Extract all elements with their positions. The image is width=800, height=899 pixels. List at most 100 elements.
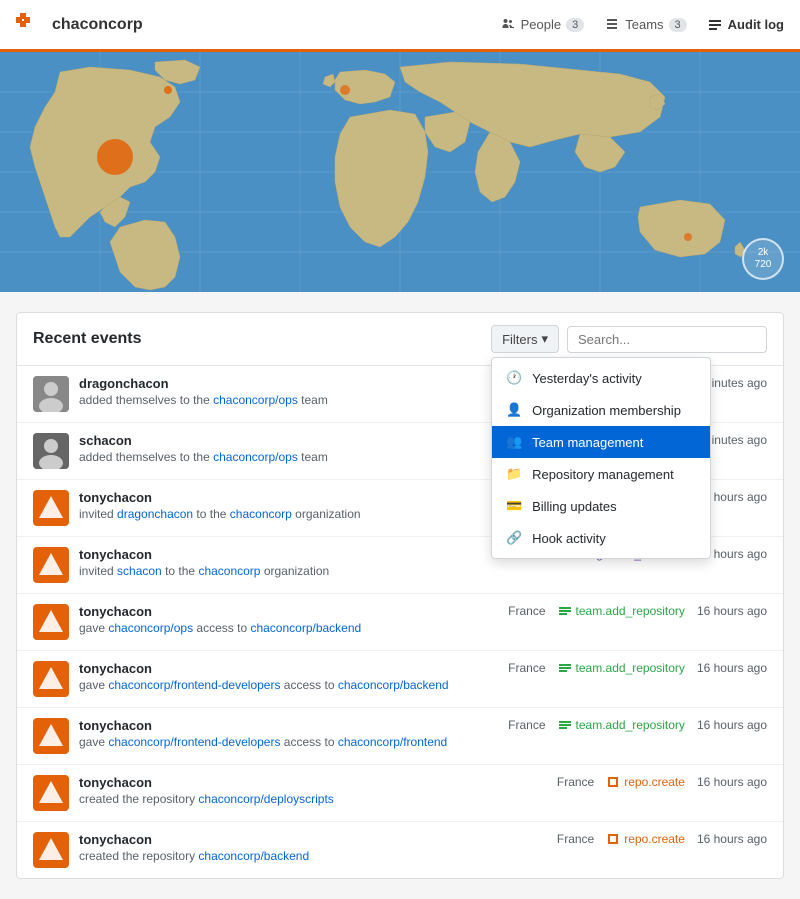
org-logo[interactable]: chaconcorp <box>16 11 143 39</box>
team-icon <box>558 718 572 732</box>
dropdown-label-hook: Hook activity <box>532 531 606 546</box>
billing-icon: 💳 <box>506 498 522 514</box>
avatar-icon <box>33 718 69 754</box>
dropdown-item-repo-management[interactable]: 📁 Repository management <box>492 458 710 490</box>
event-desc: gave chaconcorp/frontend-developers acce… <box>79 735 498 749</box>
event-body: tonychacon gave chaconcorp/frontend-deve… <box>79 661 498 692</box>
dropdown-item-org-membership[interactable]: 👤 Organization membership <box>492 394 710 426</box>
search-input[interactable] <box>567 326 767 353</box>
event-desc: gave chaconcorp/frontend-developers acce… <box>79 678 498 692</box>
dropdown-item-billing[interactable]: 💳 Billing updates <box>492 490 710 522</box>
nav-people[interactable]: People 3 <box>500 17 585 33</box>
nav-teams[interactable]: Teams 3 <box>604 17 686 33</box>
event-location: France <box>557 775 594 789</box>
event-link[interactable]: dragonchacon <box>117 507 193 521</box>
event-time: 16 hours ago <box>697 718 767 732</box>
event-actor: schacon <box>79 433 132 448</box>
event-body: tonychacon created the repository chacon… <box>79 832 547 863</box>
event-desc: invited schacon to the chaconcorp organi… <box>79 564 508 578</box>
event-link[interactable]: chaconcorp/deployscripts <box>198 792 333 806</box>
event-actor: tonychacon <box>79 832 152 847</box>
avatar-icon <box>33 547 69 583</box>
team-icon: 👥 <box>506 434 522 450</box>
avatar-icon <box>33 433 69 469</box>
event-link[interactable]: chaconcorp <box>198 564 260 578</box>
chevron-down-icon: ▾ <box>541 331 548 347</box>
teams-icon <box>604 17 620 33</box>
hook-icon: 🔗 <box>506 530 522 546</box>
dropdown-item-team-management[interactable]: 👥 Team management <box>492 426 710 458</box>
event-link[interactable]: chaconcorp/frontend-developers <box>108 735 280 749</box>
map-svg <box>0 52 800 292</box>
avatar <box>33 775 69 811</box>
teams-label: Teams <box>625 17 663 32</box>
teams-count: 3 <box>669 18 687 32</box>
team-icon <box>558 604 572 618</box>
event-actor: dragonchacon <box>79 376 169 391</box>
filters-label: Filters <box>502 332 537 347</box>
event-actor: tonychacon <box>79 604 152 619</box>
event-body: tonychacon gave chaconcorp/ops access to… <box>79 604 498 635</box>
events-title: Recent events <box>33 330 142 348</box>
avatar <box>33 661 69 697</box>
people-icon <box>500 17 516 33</box>
dropdown-item-hook[interactable]: 🔗 Hook activity <box>492 522 710 554</box>
event-link[interactable]: chaconcorp/backend <box>250 621 361 635</box>
avatar <box>33 832 69 868</box>
event-link[interactable]: chaconcorp/frontend <box>338 735 447 749</box>
logo-icon <box>16 11 44 39</box>
event-actor: tonychacon <box>79 547 152 562</box>
map-counter: 2k 720 <box>742 238 784 280</box>
event-body: tonychacon gave chaconcorp/frontend-deve… <box>79 718 498 749</box>
event-link[interactable]: chaconcorp/frontend-developers <box>108 678 280 692</box>
table-row: tonychacon created the repository chacon… <box>17 765 783 822</box>
event-link[interactable]: chaconcorp/backend <box>198 849 309 863</box>
event-meta: France repo.create 16 hours ago <box>557 832 767 846</box>
header-nav: People 3 Teams 3 Audit log <box>500 17 784 33</box>
action-badge: repo.create <box>606 775 685 789</box>
nav-audit-log[interactable]: Audit log <box>707 17 784 33</box>
event-link[interactable]: chaconcorp/backend <box>338 678 449 692</box>
action-badge: team.add_repository <box>558 661 685 675</box>
event-actor: tonychacon <box>79 775 152 790</box>
event-location: France <box>508 718 545 732</box>
table-row: tonychacon gave chaconcorp/frontend-deve… <box>17 651 783 708</box>
event-link[interactable]: chaconcorp/ops <box>213 393 298 407</box>
avatar <box>33 433 69 469</box>
events-controls: Filters ▾ 🕐 Yesterday's activity 👤 Organ… <box>491 325 767 353</box>
dropdown-item-yesterday[interactable]: 🕐 Yesterday's activity <box>492 362 710 394</box>
event-meta: France team.add_repository 16 hours ago <box>508 718 767 732</box>
action-badge: repo.create <box>606 832 685 846</box>
avatar-icon <box>33 661 69 697</box>
audit-log-label: Audit log <box>728 17 784 32</box>
event-link[interactable]: chaconcorp <box>230 507 292 521</box>
event-desc: invited dragonchacon to the chaconcorp o… <box>79 507 558 521</box>
dropdown-label-yesterday: Yesterday's activity <box>532 371 642 386</box>
audit-log-icon <box>707 17 723 33</box>
filters-button[interactable]: Filters ▾ <box>491 325 559 353</box>
dropdown-label-team-management: Team management <box>532 435 643 450</box>
counter-circle: 2k 720 <box>742 238 784 280</box>
avatar <box>33 604 69 640</box>
event-meta: France team.add_repository 16 hours ago <box>508 604 767 618</box>
event-link[interactable]: chaconcorp/ops <box>108 621 193 635</box>
avatar <box>33 376 69 412</box>
avatar <box>33 547 69 583</box>
repo-icon <box>606 775 620 789</box>
person-icon: 👤 <box>506 402 522 418</box>
avatar-icon <box>33 604 69 640</box>
events-header: Recent events Filters ▾ 🕐 Yesterday's ac… <box>17 313 783 366</box>
avatar <box>33 718 69 754</box>
events-panel: Recent events Filters ▾ 🕐 Yesterday's ac… <box>16 312 784 879</box>
team-icon <box>558 661 572 675</box>
event-link[interactable]: chaconcorp/ops <box>213 450 298 464</box>
people-label: People <box>521 17 561 32</box>
event-actor: tonychacon <box>79 718 152 733</box>
clock-icon: 🕐 <box>506 370 522 386</box>
dropdown-label-billing: Billing updates <box>532 499 617 514</box>
world-map: 2k 720 <box>0 52 800 292</box>
event-link[interactable]: schacon <box>117 564 162 578</box>
event-actor: tonychacon <box>79 661 152 676</box>
main-content: Recent events Filters ▾ 🕐 Yesterday's ac… <box>0 292 800 899</box>
table-row: tonychacon created the repository chacon… <box>17 822 783 878</box>
